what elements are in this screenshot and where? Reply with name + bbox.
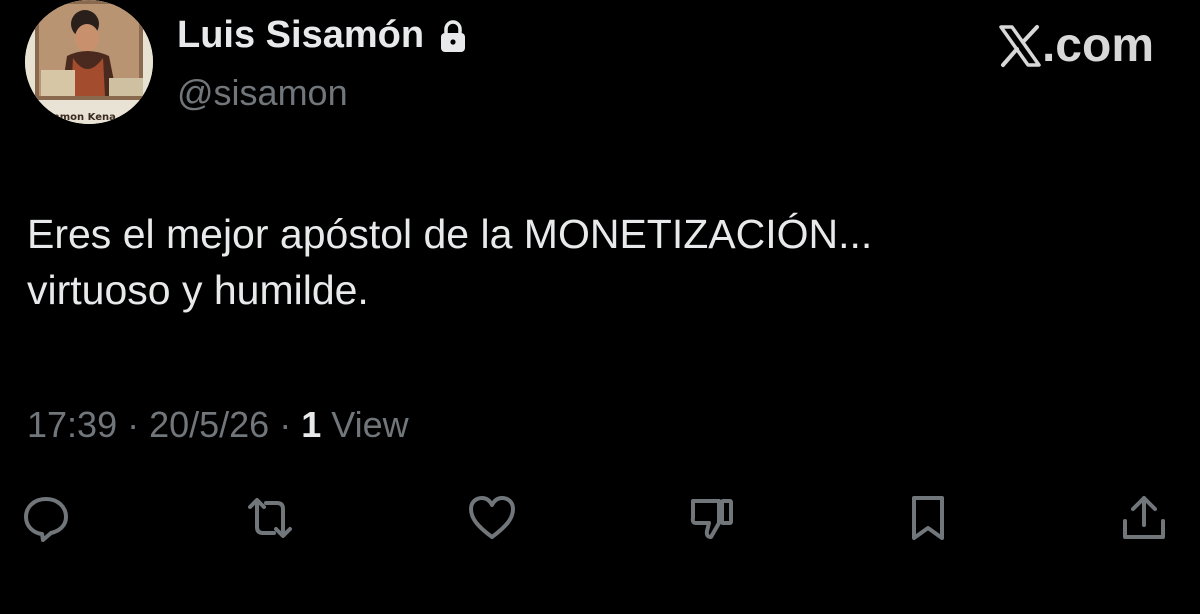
action-bar [0,486,1200,556]
author-display-name[interactable]: Luis Sisamón [177,14,468,57]
repost-icon [248,498,292,538]
site-label: .com [1041,19,1154,72]
tweet-time[interactable]: 17:39 [27,404,117,445]
like-button[interactable] [460,486,524,550]
lock-icon [438,19,468,53]
tweet-text-line: Eres el mejor apóstol de la MONETIZACIÓN… [27,211,873,257]
share-button[interactable] [1112,486,1176,550]
share-icon [1123,496,1165,539]
tweet-date[interactable]: 20/5/26 [149,404,269,445]
meta-separator: · [117,404,150,445]
heart-icon [469,496,515,539]
views-label[interactable]: View [331,404,408,445]
bookmark-icon [912,496,944,540]
author-handle[interactable]: @sisamon [177,72,348,114]
x-logo-icon [998,24,1042,68]
tweet-card: amon Kena Luis Sisamón @sisamon .com Ere… [0,0,1200,614]
thumbs-down-icon [690,499,733,539]
meta-separator: · [269,404,302,445]
views-count[interactable]: 1 [301,404,321,445]
bookmark-button[interactable] [896,486,960,550]
dislike-button[interactable] [680,486,744,550]
reply-icon [24,497,68,542]
avatar-caption: amon Kena [53,112,116,123]
tweet-text: Eres el mejor apóstol de la MONETIZACIÓN… [27,206,1167,318]
site-mark: .com [998,18,1154,73]
avatar-photo: amon Kena [25,0,153,124]
tweet-meta: 17:39 · 20/5/26 · 1 View [27,404,409,446]
tweet-text-line: virtuoso y humilde. [27,267,369,313]
repost-button[interactable] [238,486,302,550]
avatar[interactable]: amon Kena [25,0,153,124]
reply-button[interactable] [14,486,78,550]
display-name-text[interactable]: Luis Sisamón [177,14,424,57]
